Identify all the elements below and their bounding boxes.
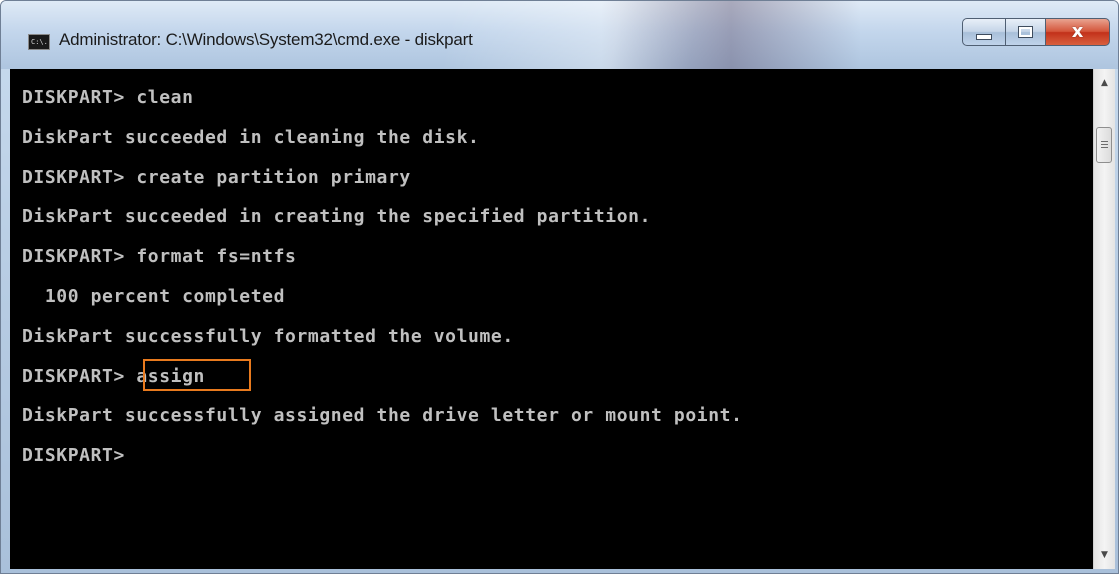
thumb-grip-line (1101, 144, 1108, 145)
console-line: DISKPART> clean (22, 87, 194, 108)
maximize-icon (1018, 26, 1033, 38)
close-icon: x (1071, 21, 1084, 42)
console-line: DiskPart successfully assigned the drive… (22, 405, 743, 426)
assign-highlight-box (143, 359, 251, 391)
console-output[interactable]: DISKPART> clean DiskPart succeeded in cl… (10, 69, 1093, 569)
console-line: DiskPart succeeded in cleaning the disk. (22, 127, 480, 148)
maximize-button[interactable] (1006, 18, 1046, 46)
thumb-grip-line (1101, 141, 1108, 142)
thumb-grip-line (1101, 147, 1108, 148)
window-title: Administrator: C:\Windows\System32\cmd.e… (59, 30, 473, 49)
minimize-icon (976, 34, 992, 40)
title-bar[interactable]: C:\. Administrator: C:\Windows\System32\… (1, 1, 1118, 69)
console-line: DiskPart succeeded in creating the speci… (22, 206, 652, 227)
console-line: 100 percent completed (22, 286, 286, 307)
vertical-scrollbar[interactable]: ▲ ▼ (1093, 69, 1115, 569)
console-line: DISKPART> format fs=ntfs (22, 246, 297, 267)
minimize-button[interactable] (962, 18, 1006, 46)
console-line: DiskPart successfully formatted the volu… (22, 326, 514, 347)
close-button[interactable]: x (1046, 18, 1110, 46)
scroll-down-arrow-icon[interactable]: ▼ (1094, 545, 1115, 565)
caption-buttons: x (962, 18, 1110, 46)
cmd-app-icon[interactable]: C:\. (28, 34, 50, 50)
scroll-up-arrow-icon[interactable]: ▲ (1094, 73, 1115, 93)
console-line: DISKPART> create partition primary (22, 167, 411, 188)
cmd-window: C:\. Administrator: C:\Windows\System32\… (0, 0, 1119, 574)
title-bar-glow (601, 1, 861, 69)
scroll-thumb[interactable] (1096, 127, 1112, 163)
console-prompt: DISKPART> (22, 445, 125, 466)
